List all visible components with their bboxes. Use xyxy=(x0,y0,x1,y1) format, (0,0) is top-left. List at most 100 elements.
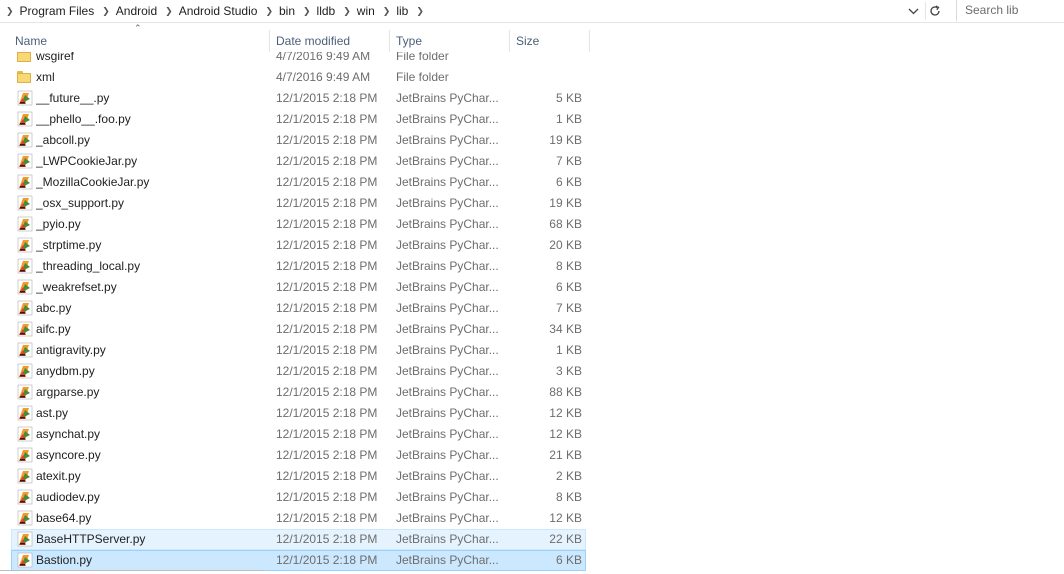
file-row[interactable]: _pyio.py 12/1/2015 2:18 PM JetBrains PyCha… xyxy=(0,214,600,235)
column-header-type-label: Type xyxy=(396,34,423,48)
file-row[interactable]: base64.py 12/1/2015 2:18 PM JetBrains PyCh… xyxy=(0,508,600,529)
file-row[interactable]: Bastion.py 12/1/2015 2:18 PM JetBrains PyC… xyxy=(11,550,586,571)
file-size: 2 KB xyxy=(555,469,582,483)
refresh-button[interactable] xyxy=(925,2,944,20)
file-type: JetBrains PyChar... xyxy=(396,259,499,273)
file-name: _abcoll.py xyxy=(36,133,91,147)
pycharm-file-icon xyxy=(17,510,33,527)
file-date-modified: 12/1/2015 2:18 PM xyxy=(276,259,378,273)
file-row[interactable]: __phello__.foo.py 12/1/2015 2:18 PM JetBra… xyxy=(0,109,600,130)
file-row[interactable]: _weakrefset.py 12/1/2015 2:18 PM JetBrains… xyxy=(0,277,600,298)
file-size: 8 KB xyxy=(555,259,582,273)
file-row[interactable]: audiodev.py 12/1/2015 2:18 PM JetBrains Py… xyxy=(0,487,600,508)
file-date-modified: 12/1/2015 2:18 PM xyxy=(276,532,378,546)
search-box[interactable] xyxy=(956,0,1064,21)
pycharm-file-icon xyxy=(17,195,33,212)
horizontal-scrollbar[interactable] xyxy=(0,570,264,574)
breadcrumb-android-studio[interactable]: Android Studio xyxy=(179,4,258,18)
file-name: base64.py xyxy=(36,511,92,525)
file-row[interactable]: ast.py 12/1/2015 2:18 PM JetBrains PyChar.… xyxy=(0,403,600,424)
file-name: audiodev.py xyxy=(36,490,100,504)
file-size: 21 KB xyxy=(549,448,582,462)
file-name: asyncore.py xyxy=(36,448,101,462)
pycharm-file-icon xyxy=(17,342,33,359)
file-type: JetBrains PyChar... xyxy=(396,427,499,441)
file-date-modified: 12/1/2015 2:18 PM xyxy=(276,322,378,336)
file-date-modified: 12/1/2015 2:18 PM xyxy=(276,406,378,420)
file-type: JetBrains PyChar... xyxy=(396,238,499,252)
file-type: JetBrains PyChar... xyxy=(396,553,499,567)
file-row[interactable]: argparse.py 12/1/2015 2:18 PM JetBrains Py… xyxy=(0,382,600,403)
file-row[interactable]: xml 4/7/2016 9:49 AM File folder xyxy=(0,67,600,88)
file-row[interactable]: __future__.py 12/1/2015 2:18 PM JetBrains … xyxy=(0,88,600,109)
file-row[interactable]: _MozillaCookieJar.py 12/1/2015 2:18 PM Jet… xyxy=(0,172,600,193)
chevron-right-icon[interactable]: ❯ xyxy=(375,6,397,17)
file-date-modified: 12/1/2015 2:18 PM xyxy=(276,553,378,567)
file-row[interactable]: wsgiref 4/7/2016 9:49 AM File folder xyxy=(0,52,600,67)
file-row[interactable]: _strptime.py 12/1/2015 2:18 PM JetBrains P… xyxy=(0,235,600,256)
breadcrumb-android[interactable]: Android xyxy=(116,4,157,18)
file-row[interactable]: _abcoll.py 12/1/2015 2:18 PM JetBrains PyC… xyxy=(0,130,600,151)
chevron-right-icon[interactable]: ❯ xyxy=(335,6,357,17)
file-name: _MozillaCookieJar.py xyxy=(36,175,150,189)
column-header-type[interactable]: Type xyxy=(390,30,510,52)
pycharm-file-icon xyxy=(17,237,33,254)
file-name: ast.py xyxy=(36,406,69,420)
file-row[interactable]: _osx_support.py 12/1/2015 2:18 PM JetBrain… xyxy=(0,193,600,214)
chevron-right-icon[interactable]: ❯ xyxy=(0,6,20,17)
file-type: JetBrains PyChar... xyxy=(396,364,499,378)
file-row[interactable]: BaseHTTPServer.py 12/1/2015 2:18 PM JetBra… xyxy=(11,529,586,550)
chevron-right-icon[interactable]: ❯ xyxy=(408,6,430,17)
pycharm-file-icon xyxy=(17,552,33,569)
pycharm-file-icon xyxy=(17,300,33,317)
column-header-size[interactable]: Size xyxy=(510,30,590,52)
file-size: 8 KB xyxy=(555,490,582,504)
file-row[interactable]: asyncore.py 12/1/2015 2:18 PM JetBrains Py… xyxy=(0,445,600,466)
file-type: JetBrains PyChar... xyxy=(396,385,499,399)
column-header-row: Name Date modified Type Size xyxy=(0,30,600,52)
file-name: _strptime.py xyxy=(36,238,102,252)
file-type: JetBrains PyChar... xyxy=(396,343,499,357)
pycharm-file-icon xyxy=(17,384,33,401)
file-type: JetBrains PyChar... xyxy=(396,406,499,420)
breadcrumb-lldb[interactable]: lldb xyxy=(317,4,336,18)
column-header-date[interactable]: Date modified xyxy=(270,30,390,52)
chevron-right-icon[interactable]: ❯ xyxy=(295,6,317,17)
file-row[interactable]: asynchat.py 12/1/2015 2:18 PM JetBrains Py… xyxy=(0,424,600,445)
file-type: JetBrains PyChar... xyxy=(396,154,499,168)
file-name: atexit.py xyxy=(36,469,81,483)
file-name: BaseHTTPServer.py xyxy=(36,532,146,546)
search-input[interactable] xyxy=(957,0,1064,20)
file-row[interactable]: _threading_local.py 12/1/2015 2:18 PM JetB… xyxy=(0,256,600,277)
file-size: 19 KB xyxy=(549,133,582,147)
file-row[interactable]: anydbm.py 12/1/2015 2:18 PM JetBrains PyCh… xyxy=(0,361,600,382)
file-size: 12 KB xyxy=(549,511,582,525)
file-date-modified: 12/1/2015 2:18 PM xyxy=(276,133,378,147)
pycharm-file-icon xyxy=(17,111,33,128)
column-header-name-label: Name xyxy=(15,34,48,48)
sort-ascending-icon: ⌃ xyxy=(134,23,142,33)
file-name: asynchat.py xyxy=(36,427,101,441)
file-type: JetBrains PyChar... xyxy=(396,196,499,210)
chevron-right-icon[interactable]: ❯ xyxy=(257,6,279,17)
file-row[interactable]: atexit.py 12/1/2015 2:18 PM JetBrains PyCh… xyxy=(0,466,600,487)
file-row[interactable]: aifc.py 12/1/2015 2:18 PM JetBrains PyChar… xyxy=(0,319,600,340)
file-date-modified: 4/7/2016 9:49 AM xyxy=(276,52,371,63)
file-row[interactable]: abc.py 12/1/2015 2:18 PM JetBrains PyChar.… xyxy=(0,298,600,319)
file-row[interactable]: antigravity.py 12/1/2015 2:18 PM JetBrains… xyxy=(0,340,600,361)
file-row[interactable]: _LWPCookieJar.py 12/1/2015 2:18 PM JetBrai… xyxy=(0,151,600,172)
breadcrumb-bin[interactable]: bin xyxy=(279,4,295,18)
pycharm-file-icon xyxy=(17,468,33,485)
address-bar: ❯ Program Files ❯ Android ❯ Android Stud… xyxy=(0,0,1064,23)
breadcrumb-win[interactable]: win xyxy=(357,4,375,18)
breadcrumb-lib[interactable]: lib xyxy=(396,4,408,18)
breadcrumb-program-files[interactable]: Program Files xyxy=(20,4,95,18)
file-date-modified: 12/1/2015 2:18 PM xyxy=(276,91,378,105)
address-history-button[interactable] xyxy=(904,2,922,20)
chevron-right-icon[interactable]: ❯ xyxy=(94,6,116,17)
file-type: JetBrains PyChar... xyxy=(396,448,499,462)
file-name: _weakrefset.py xyxy=(36,280,117,294)
chevron-right-icon[interactable]: ❯ xyxy=(157,6,179,17)
column-header-size-label: Size xyxy=(516,34,540,48)
file-date-modified: 12/1/2015 2:18 PM xyxy=(276,364,378,378)
